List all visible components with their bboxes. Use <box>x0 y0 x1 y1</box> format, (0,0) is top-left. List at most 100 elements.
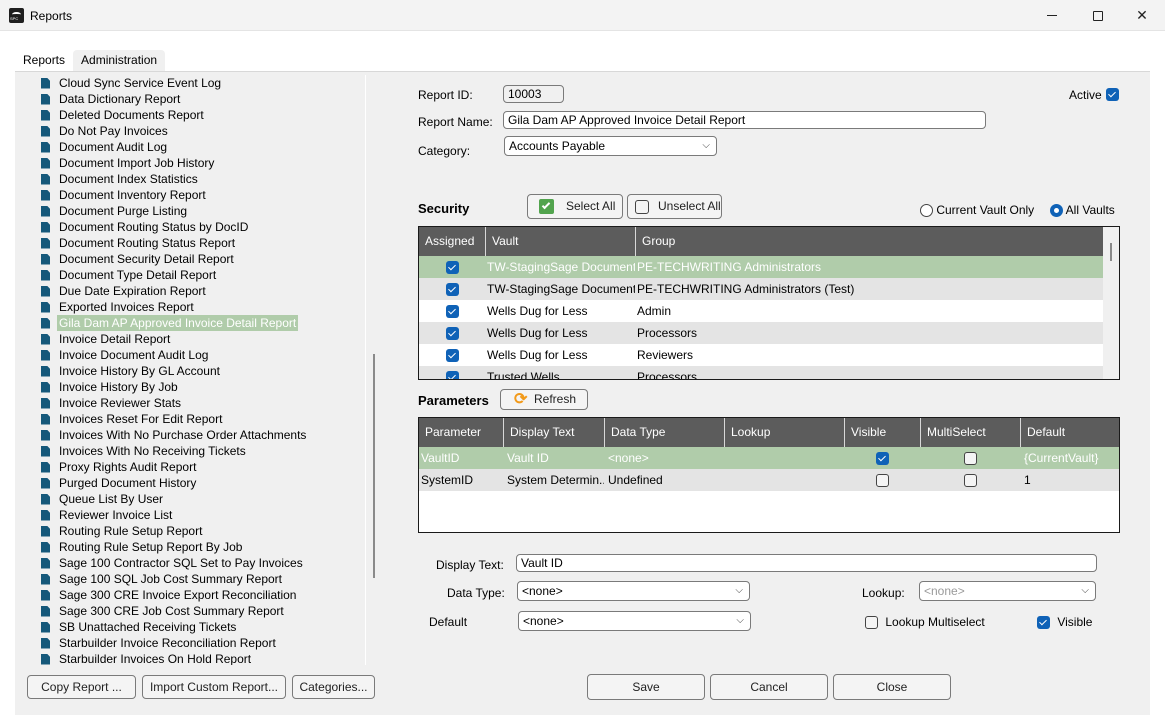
report-list-item[interactable]: Routing Rule Setup Report <box>41 523 204 539</box>
security-table-row[interactable]: Wells Dug for Less Reviewers <box>419 344 1103 366</box>
splitter[interactable] <box>365 75 366 665</box>
report-list-item[interactable]: Invoice Reviewer Stats <box>41 395 183 411</box>
report-list-item[interactable]: Starbuilder Invoices On Hold Report <box>41 651 253 665</box>
assigned-checkbox[interactable] <box>445 371 459 379</box>
default-select[interactable]: <none> ⌵ <box>518 611 751 631</box>
report-list-item[interactable]: Do Not Pay Invoices <box>41 123 170 139</box>
cancel-button[interactable]: Cancel <box>710 674 828 700</box>
report-list-item[interactable]: SB Unattached Receiving Tickets <box>41 619 238 635</box>
report-list-item[interactable]: Sage 300 CRE Job Cost Summary Report <box>41 603 286 619</box>
column-header-multiselect[interactable]: MultiSelect <box>920 418 1020 447</box>
report-list-item[interactable]: Invoice History By Job <box>41 379 180 395</box>
report-list-item[interactable]: Document Index Statistics <box>41 171 200 187</box>
visible-checkbox[interactable] <box>875 452 889 466</box>
column-header-assigned[interactable]: Assigned <box>419 227 485 256</box>
assigned-checkbox[interactable] <box>445 349 459 363</box>
report-list-item[interactable]: Invoice Document Audit Log <box>41 347 210 363</box>
report-list-item[interactable]: Invoice History By GL Account <box>41 363 222 379</box>
parameter-table-row[interactable]: VaultID Vault ID <none> {CurrentVault} <box>419 447 1119 469</box>
report-list-item[interactable]: Document Purge Listing <box>41 203 189 219</box>
multiselect-checkbox[interactable] <box>963 474 977 488</box>
multiselect-checkbox[interactable] <box>963 452 977 466</box>
report-list-item[interactable]: Routing Rule Setup Report By Job <box>41 539 244 555</box>
column-header-lookup[interactable]: Lookup <box>724 418 844 447</box>
column-header-display-text[interactable]: Display Text <box>503 418 604 447</box>
close-window-button[interactable]: ✕ <box>1119 0 1165 31</box>
report-list-item[interactable]: Invoices Reset For Edit Report <box>41 411 224 427</box>
security-table-row[interactable]: Wells Dug for Less Processors <box>419 322 1103 344</box>
report-list-item[interactable]: Document Type Detail Report <box>41 267 218 283</box>
report-list-item[interactable]: Document Routing Status by DocID <box>41 219 250 235</box>
radio-label: All Vaults <box>1065 203 1115 217</box>
report-tree-scrollbar[interactable] <box>373 354 375 578</box>
report-list-item[interactable]: Queue List By User <box>41 491 165 507</box>
categories-button[interactable]: Categories... <box>292 675 375 699</box>
data-type-select[interactable]: <none> ⌵ <box>517 581 750 601</box>
lookup-multiselect-checkbox[interactable] <box>865 616 878 630</box>
report-list-item[interactable]: Sage 300 CRE Invoice Export Reconciliati… <box>41 587 298 603</box>
report-list-item[interactable]: Invoice Detail Report <box>41 331 172 347</box>
visible-checkbox[interactable] <box>875 474 889 488</box>
radio-current-vault-only[interactable]: Current Vault Only <box>920 203 1034 218</box>
security-table-row[interactable]: TW-StagingSage Document... PE-TECHWRITING… <box>419 278 1103 300</box>
category-select[interactable]: Accounts Payable ⌵ <box>504 136 717 156</box>
column-header-parameter[interactable]: Parameter <box>419 418 503 447</box>
tab-administration[interactable]: Administration <box>73 50 166 71</box>
scrollbar-thumb[interactable] <box>1110 243 1112 261</box>
save-button[interactable]: Save <box>587 674 705 700</box>
report-list-item[interactable]: Invoices With No Receiving Tickets <box>41 443 248 459</box>
report-list-item[interactable]: Deleted Documents Report <box>41 107 206 123</box>
report-name-input[interactable]: Gila Dam AP Approved Invoice Detail Repo… <box>503 111 986 129</box>
visible-checkbox[interactable] <box>1037 616 1050 630</box>
radio-all-vaults[interactable]: All Vaults <box>1050 203 1115 218</box>
column-header-vault[interactable]: Vault <box>485 227 635 256</box>
unselect-all-button[interactable]: Unselect All <box>627 194 722 219</box>
report-list-item[interactable]: Cloud Sync Service Event Log <box>41 75 223 91</box>
assigned-checkbox[interactable] <box>445 305 459 319</box>
active-checkbox[interactable] <box>1106 88 1119 101</box>
report-list-item[interactable]: Sage 100 Contractor SQL Set to Pay Invoi… <box>41 555 305 571</box>
report-list-item[interactable]: Gila Dam AP Approved Invoice Detail Repo… <box>41 315 299 331</box>
security-table-row[interactable]: TW-StagingSage Documents PE-TECHWRITING A… <box>419 256 1103 278</box>
security-table-row[interactable]: Trusted Wells Processors <box>419 366 1103 379</box>
column-header-default[interactable]: Default <box>1020 418 1119 447</box>
report-tree[interactable]: Cloud Sync Service Event Log Data Diction… <box>24 75 366 665</box>
close-button[interactable]: Close <box>833 674 951 700</box>
lookup-multiselect-option[interactable]: Lookup Multiselect <box>865 615 985 630</box>
column-header-data-type[interactable]: Data Type <box>604 418 724 447</box>
report-list-item[interactable]: Due Date Expiration Report <box>41 283 208 299</box>
visible-option[interactable]: Visible <box>1037 615 1092 630</box>
parameter-table-row[interactable]: SystemID System Determin... Undefined 1 <box>419 469 1119 491</box>
report-list-item[interactable]: Document Security Detail Report <box>41 251 236 267</box>
report-list-item[interactable]: Document Import Job History <box>41 155 216 171</box>
maximize-button[interactable] <box>1075 0 1121 31</box>
display-text-input[interactable]: Vault ID <box>516 554 1097 572</box>
document-icon <box>41 509 50 521</box>
minimize-button[interactable] <box>1029 0 1075 31</box>
report-list-item[interactable]: Document Audit Log <box>41 139 169 155</box>
report-list-item[interactable]: Document Inventory Report <box>41 187 208 203</box>
report-list-item[interactable]: Starbuilder Invoice Reconciliation Repor… <box>41 635 278 651</box>
import-custom-report-button[interactable]: Import Custom Report... <box>142 675 286 699</box>
report-list-item[interactable]: Data Dictionary Report <box>41 91 182 107</box>
security-grid-scrollbar[interactable] <box>1103 227 1119 379</box>
column-header-group[interactable]: Group <box>635 227 1103 256</box>
assigned-checkbox[interactable] <box>445 261 459 275</box>
tab-reports[interactable]: Reports <box>15 50 73 71</box>
assigned-checkbox[interactable] <box>445 283 459 297</box>
report-list-item[interactable]: Sage 100 SQL Job Cost Summary Report <box>41 571 284 587</box>
security-table-row[interactable]: Wells Dug for Less Admin <box>419 300 1103 322</box>
report-list-item[interactable]: Proxy Rights Audit Report <box>41 459 198 475</box>
refresh-label: Refresh <box>533 392 577 406</box>
assigned-checkbox[interactable] <box>445 327 459 341</box>
report-list-item[interactable]: Invoices With No Purchase Order Attachme… <box>41 427 308 443</box>
report-list-item[interactable]: Document Routing Status Report <box>41 235 237 251</box>
report-list-item[interactable]: Exported Invoices Report <box>41 299 196 315</box>
select-all-button[interactable]: Select All <box>527 194 623 219</box>
lookup-select[interactable]: <none> ⌵ <box>919 581 1096 601</box>
refresh-button[interactable]: ⟳ Refresh <box>500 389 588 410</box>
report-list-item[interactable]: Purged Document History <box>41 475 198 491</box>
report-list-item[interactable]: Reviewer Invoice List <box>41 507 174 523</box>
copy-report-button[interactable]: Copy Report ... <box>27 675 136 699</box>
column-header-visible[interactable]: Visible <box>844 418 920 447</box>
